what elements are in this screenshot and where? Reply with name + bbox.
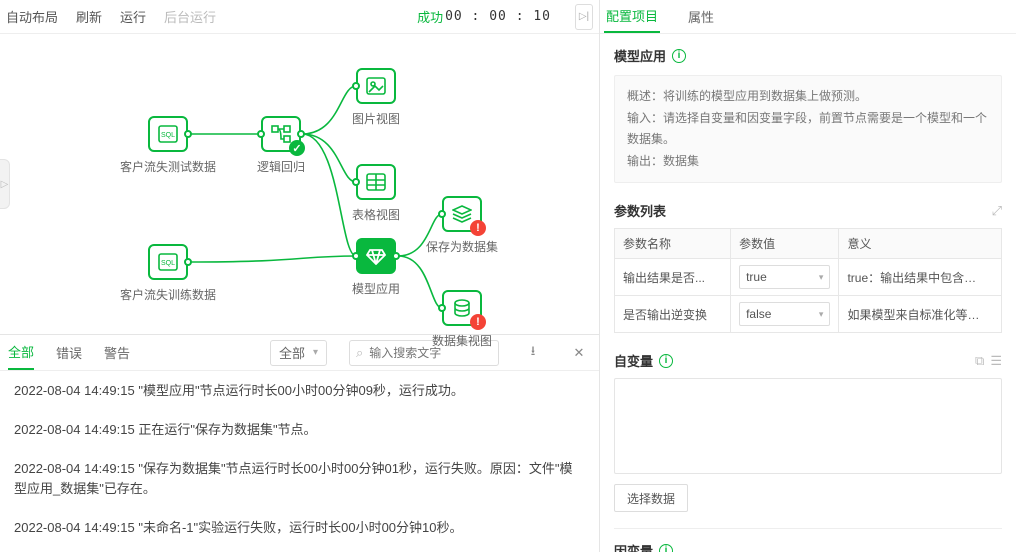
bg-run-button: 后台运行 [164,7,216,26]
flow-icon [271,125,291,143]
expand-icon[interactable]: ⤢ [992,203,1002,219]
ivar-title-wrap: 自变量 i [614,351,673,370]
svg-text:SQL: SQL [161,132,175,139]
run-button[interactable]: 运行 [120,7,146,26]
param-title: 参数列表 [614,201,666,220]
collapse-right-icon[interactable]: ▷| [575,4,593,30]
log-tab-error[interactable]: 错误 [56,335,82,370]
combo-value: true [746,270,767,284]
auto-layout-button[interactable]: 自动布局 [6,7,58,26]
info-icon[interactable]: i [659,354,673,368]
help-output: 输出：数据集 [627,151,989,173]
table-row: 输出结果是否... true ▾ true：输出结果中包含输入数据... [615,259,1002,296]
log-row: 2022-08-04 14:49:15 "未命名-1"实验运行失败，运行时长00… [14,518,585,539]
chevron-down-icon: ▾ [819,309,824,320]
tab-attr[interactable]: 属性 [686,0,716,33]
node-label: 图片视图 [352,110,400,127]
database-icon [453,299,471,317]
ivar-box[interactable] [614,378,1002,474]
log-panel: 全部 错误 警告 全部 ▾ ⌕ ⭳ ✕ 2022-08-04 14:49:15 "… [0,334,599,552]
cell-name: 是否输出逆变换 [623,306,722,323]
tab-config[interactable]: 配置项目 [604,0,660,33]
status-time: 00 : 00 : 10 [445,9,551,24]
param-value-select[interactable]: true ▾ [739,265,830,289]
download-icon[interactable]: ⭳ [521,341,545,365]
error-icon: ! [470,220,486,236]
sql-icon: SQL [158,253,178,271]
image-icon [366,77,386,95]
node-save-dataset[interactable]: ! 保存为数据集 [419,196,505,255]
status-label: 成功 [417,7,443,26]
collapse-left-icon[interactable]: ▷ [0,159,10,209]
refresh-button[interactable]: 刷新 [76,7,102,26]
param-value-select[interactable]: false ▾ [739,302,830,326]
chevron-down-icon: ▾ [819,272,824,283]
node-label: 数据集视图 [432,332,492,349]
node-model-apply[interactable]: 模型应用 [333,238,419,297]
section-title-text: 模型应用 [614,46,666,65]
svg-text:SQL: SQL [161,260,175,267]
flow-canvas[interactable]: ▷ SQL 客户流失测试数据 ✓ 逻辑回归 [0,34,599,334]
table-row: 是否输出逆变换 false ▾ 如果模型来自标准化等数据变换... [615,296,1002,333]
ivar-title: 自变量 [614,351,653,370]
copy-icon[interactable]: ⧉ [975,353,984,369]
log-row: 2022-08-04 14:49:15 正在运行"保存为数据集"节点。 [14,420,585,441]
node-label: 保存为数据集 [426,238,498,255]
node-label: 客户流失测试数据 [120,158,216,175]
flow-edges [0,34,599,334]
node-label: 表格视图 [352,206,400,223]
th-val: 参数值 [731,229,839,259]
diamond-icon [366,247,386,265]
cell-mean: true：输出结果中包含输入数据... [847,269,987,286]
error-icon: ! [470,314,486,330]
node-dataset-view[interactable]: ! 数据集视图 [419,290,505,349]
node-label: 客户流失训练数据 [120,286,216,303]
node-label: 逻辑回归 [257,158,305,175]
search-icon: ⌕ [356,345,363,361]
run-status: 成功 00 : 00 : 10 [417,7,551,26]
log-tab-all[interactable]: 全部 [8,335,34,370]
node-label: 模型应用 [352,280,400,297]
dvar-title: 因变量 [614,541,653,552]
dvar-title-wrap: 因变量 i [614,541,1002,552]
log-list: 2022-08-04 14:49:15 "模型应用"节点运行时长00小时00分钟… [0,371,599,552]
log-tab-warn[interactable]: 警告 [104,335,130,370]
list-icon[interactable]: ☰ [990,353,1002,369]
node-train-data[interactable]: SQL 客户流失训练数据 [125,244,211,303]
cell-name: 输出结果是否... [623,269,722,286]
th-name: 参数名称 [615,229,731,259]
help-input: 输入：请选择自变量和因变量字段，前置节点需要是一个模型和一个数据集。 [627,108,989,151]
node-image-view[interactable]: 图片视图 [333,68,419,127]
info-icon[interactable]: i [672,49,686,63]
layers-icon [452,205,472,223]
filter-value: 全部 [279,343,305,362]
param-table: 参数名称 参数值 意义 输出结果是否... true ▾ true：输出结果中包含… [614,228,1002,333]
section-model-apply: 模型应用 i [614,46,1002,65]
table-icon [366,173,386,191]
log-filter-select[interactable]: 全部 ▾ [270,340,327,366]
cell-mean: 如果模型来自标准化等数据变换... [847,306,987,323]
check-icon: ✓ [289,140,305,156]
th-mean: 意义 [839,229,1002,259]
sql-icon: SQL [158,125,178,143]
node-table-view[interactable]: 表格视图 [333,164,419,223]
info-icon[interactable]: i [659,544,673,552]
close-icon[interactable]: ✕ [567,341,591,365]
node-test-data[interactable]: SQL 客户流失测试数据 [125,116,211,175]
log-row: 2022-08-04 14:49:15 "模型应用"节点运行时长00小时00分钟… [14,381,585,402]
canvas-toolbar: 自动布局 刷新 运行 后台运行 成功 00 : 00 : 10 ▷| [0,0,599,34]
combo-value: false [746,307,771,321]
help-desc: 概述：将训练的模型应用到数据集上做预测。 [627,86,989,108]
chevron-down-icon: ▾ [313,347,318,358]
log-row: 2022-08-04 14:49:15 "保存为数据集"节点运行时长00小时00… [14,459,585,501]
help-box: 概述：将训练的模型应用到数据集上做预测。 输入：请选择自变量和因变量字段，前置节… [614,75,1002,183]
node-logic[interactable]: ✓ 逻辑回归 [238,116,324,175]
select-data-button[interactable]: 选择数据 [614,484,688,512]
